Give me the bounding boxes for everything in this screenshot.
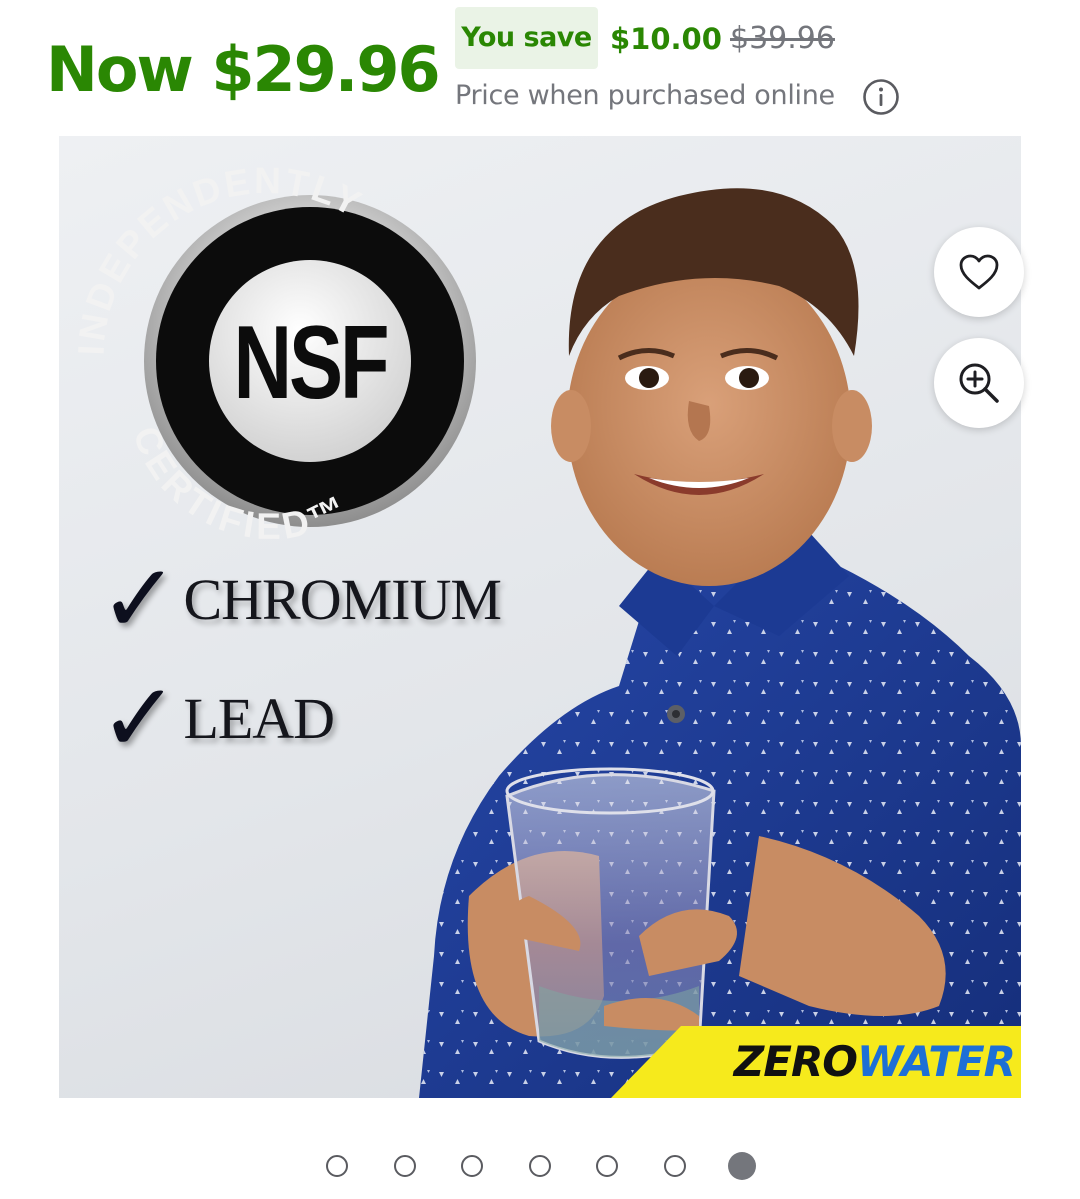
carousel-indicators [0,1150,1080,1182]
carousel-dot-2[interactable] [394,1155,416,1177]
current-price: Now $29.96 [46,33,441,106]
carousel-dot-6[interactable] [664,1155,686,1177]
checkmark-icon: ✓ [99,662,180,774]
check-item-chromium: ✓ CHROMIUM [99,543,502,655]
svg-text:NSF: NSF [234,304,387,420]
was-price: $39.96 [730,21,835,56]
carousel-dot-4[interactable] [529,1155,551,1177]
boy-illustration [419,188,1021,1098]
savings-amount: $10.00 [610,22,722,56]
favorite-button[interactable] [934,227,1024,317]
price-note: Price when purchased online [455,80,835,111]
zoom-in-icon [959,363,999,403]
checkmark-icon: ✓ [99,543,180,655]
product-image[interactable]: NSF INDEPENDENTLY CERTIFIED™ ✓ CHROMIUM … [59,136,1021,1098]
check-item-lead: ✓ LEAD [99,662,335,774]
zoom-button[interactable] [934,338,1024,428]
price-header: Now $29.96 You save $10.00 $39.96 Price … [0,0,1080,130]
carousel-dot-1[interactable] [326,1155,348,1177]
carousel-dot-5[interactable] [596,1155,618,1177]
carousel-dot-7-active[interactable] [728,1152,756,1180]
info-icon[interactable] [862,78,900,116]
nsf-certified-seal: NSF INDEPENDENTLY CERTIFIED™ [71,160,476,547]
heart-icon [959,254,999,290]
you-save-badge: You save [455,7,598,69]
zerowater-logo: ZEROWATER [733,1037,1016,1086]
carousel-dot-3[interactable] [461,1155,483,1177]
